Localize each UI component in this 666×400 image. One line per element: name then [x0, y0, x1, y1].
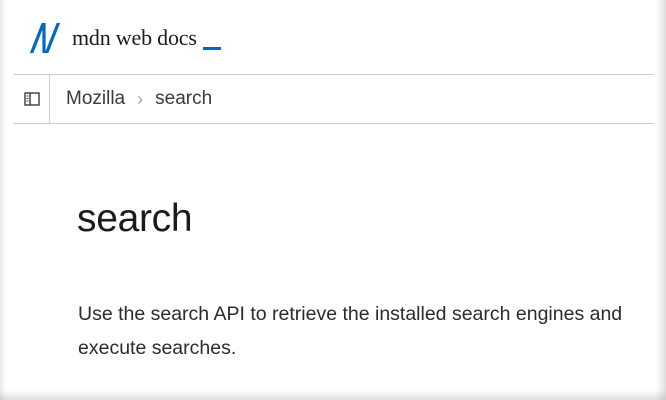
home-logo-link[interactable]: mdn web docs — [30, 23, 221, 53]
sidebar-toggle-button[interactable] — [14, 75, 50, 123]
site-header: mdn web docs — [14, 0, 654, 75]
logo-cursor — [202, 46, 221, 50]
breadcrumb-separator: › — [137, 88, 144, 109]
breadcrumb: Mozilla › search — [66, 88, 212, 110]
breadcrumb-item-search[interactable]: search — [155, 88, 212, 110]
sidebar-toggle-icon — [23, 92, 40, 106]
mdn-logo-icon — [30, 23, 61, 53]
logo-text: mdn web docs — [72, 25, 197, 50]
page-title: search — [77, 197, 193, 240]
page-description: Use the search API to retrieve the insta… — [78, 303, 623, 359]
breadcrumb-bar: Mozilla › search — [14, 75, 654, 124]
breadcrumb-item-mozilla[interactable]: Mozilla — [66, 88, 125, 110]
page: mdn web docs Mozilla › search search Use… — [0, 0, 666, 400]
